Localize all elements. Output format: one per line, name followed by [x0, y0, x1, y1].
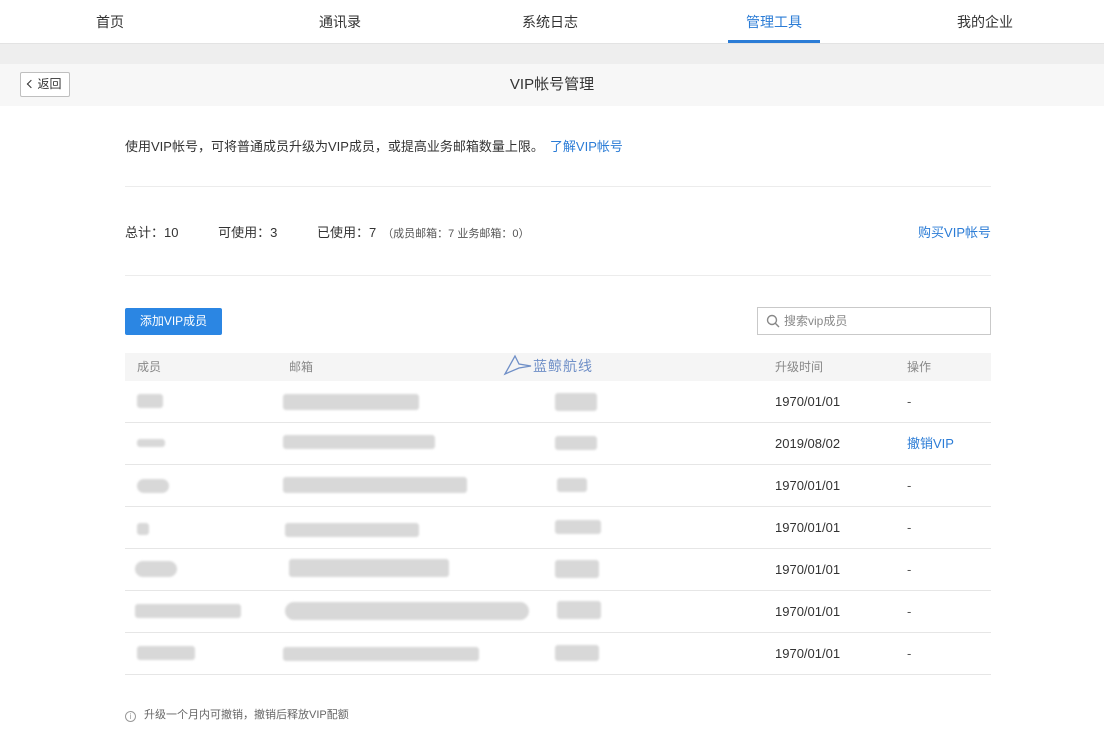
- chevron-left-icon: [27, 79, 36, 89]
- info-icon: i: [125, 711, 136, 722]
- add-vip-member-button[interactable]: 添加VIP成员: [125, 308, 222, 335]
- intro-description: 使用VIP帐号，可将普通成员升级为VIP成员，或提高业务邮箱数量上限。: [125, 139, 544, 154]
- footer-note: i 升级一个月内可撤销，撤销后释放VIP配额: [125, 706, 349, 722]
- email-redacted: [283, 394, 419, 410]
- nav-item-admin-tools[interactable]: 管理工具: [728, 0, 820, 44]
- stat-total: 总计：10: [125, 225, 179, 240]
- upgrade-time: 2019/08/02: [775, 436, 841, 451]
- upgrade-time: 1970/01/01: [775, 520, 841, 535]
- member-name-redacted: [137, 479, 169, 493]
- member-name-redacted: [137, 439, 165, 447]
- divider: [125, 186, 991, 187]
- vip-stats: 总计：10 可使用：3 已使用：7 （成员邮箱：7 业务邮箱：0）: [125, 222, 565, 241]
- back-label: 返回: [37, 77, 62, 91]
- paper-plane-icon: [503, 354, 532, 376]
- table-row: 1970/01/01 -: [125, 507, 991, 549]
- nav-item-contacts[interactable]: 通讯录: [300, 0, 380, 44]
- upgrade-time: 1970/01/01: [775, 394, 841, 409]
- top-nav: 首页 通讯录 系统日志 管理工具 我的企业: [0, 0, 1104, 44]
- redacted-field: [555, 436, 597, 450]
- buy-vip-link[interactable]: 购买VIP帐号: [918, 222, 991, 241]
- table-row: 1970/01/01 -: [125, 633, 991, 675]
- header-upgrade-time: 升级时间: [775, 360, 824, 374]
- email-redacted: [285, 523, 419, 537]
- upgrade-time: 1970/01/01: [775, 646, 841, 661]
- redacted-field: [555, 645, 599, 661]
- watermark-logo: 蓝鲸航线: [503, 354, 593, 376]
- search-icon: [766, 314, 780, 328]
- divider: [125, 275, 991, 276]
- search-input[interactable]: [784, 308, 984, 334]
- row-action: -: [907, 646, 912, 661]
- row-action: -: [907, 562, 912, 577]
- nav-active-indicator: [728, 40, 820, 43]
- upgrade-time: 1970/01/01: [775, 562, 841, 577]
- header-email: 邮箱: [289, 360, 314, 374]
- back-button[interactable]: 返回: [20, 72, 70, 97]
- email-redacted: [289, 559, 449, 577]
- nav-item-system-log[interactable]: 系统日志: [510, 0, 590, 44]
- table-row: 1970/01/01 -: [125, 549, 991, 591]
- member-name-redacted: [137, 646, 195, 660]
- redacted-field: [555, 560, 599, 578]
- search-box[interactable]: [757, 307, 991, 335]
- member-name-redacted: [135, 604, 241, 618]
- upgrade-time: 1970/01/01: [775, 604, 841, 619]
- stat-used: 已使用：7: [316, 225, 377, 240]
- revoke-vip-link[interactable]: 撤销VIP: [907, 423, 954, 465]
- email-redacted: [285, 602, 529, 620]
- redacted-field: [557, 601, 601, 619]
- footer-note-text: 升级一个月内可撤销，撤销后释放VIP配额: [144, 709, 349, 721]
- stat-used-detail: （成员邮箱：7 业务邮箱：0）: [382, 228, 530, 240]
- row-action: -: [907, 394, 912, 409]
- table-row: 1970/01/01 -: [125, 381, 991, 423]
- table-row: 1970/01/01 -: [125, 591, 991, 633]
- email-redacted: [283, 477, 467, 493]
- email-redacted: [283, 435, 435, 449]
- stat-available: 可使用：3: [218, 225, 278, 240]
- nav-item-my-company[interactable]: 我的企业: [945, 0, 1025, 44]
- table-row: 1970/01/01 -: [125, 465, 991, 507]
- redacted-field: [557, 478, 587, 492]
- row-action: -: [907, 520, 912, 535]
- learn-vip-link[interactable]: 了解VIP帐号: [550, 139, 623, 154]
- nav-item-home[interactable]: 首页: [80, 0, 140, 44]
- header-member: 成员: [137, 360, 162, 374]
- intro-text: 使用VIP帐号，可将普通成员升级为VIP成员，或提高业务邮箱数量上限。 了解VIP…: [125, 136, 623, 155]
- page-title: VIP帐号管理: [509, 76, 595, 93]
- upgrade-time: 1970/01/01: [775, 478, 841, 493]
- member-name-redacted: [135, 561, 177, 577]
- header-action: 操作: [907, 360, 932, 374]
- member-name-redacted: [137, 523, 149, 535]
- redacted-field: [555, 393, 597, 411]
- email-redacted: [283, 647, 479, 661]
- redacted-field: [555, 520, 601, 534]
- watermark-text: 蓝鲸航线: [533, 358, 593, 374]
- header-gap: [0, 44, 1104, 64]
- member-name-redacted: [137, 394, 163, 408]
- table-row: 2019/08/02 撤销VIP: [125, 423, 991, 465]
- row-action: -: [907, 604, 912, 619]
- vip-member-table: 成员 邮箱 升级时间 操作 1970/01/01 - 2019/08/02 撤销…: [125, 353, 991, 675]
- row-action: -: [907, 478, 912, 493]
